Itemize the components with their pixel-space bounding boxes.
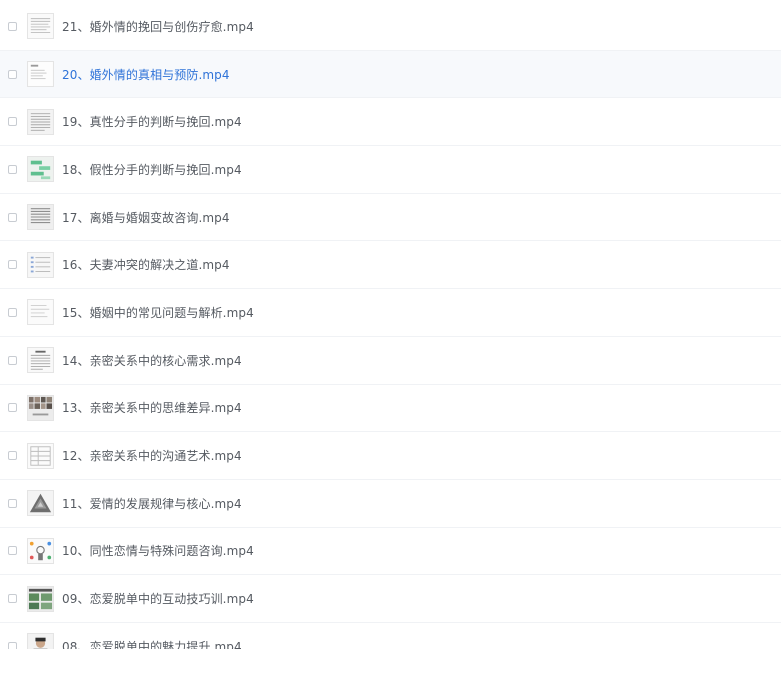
file-row[interactable]: 21、婚外情的挽回与创伤疗愈.mp4 — [0, 3, 781, 51]
chat-screenshot-icon[interactable] — [27, 156, 54, 183]
photo-grid-icon[interactable] — [27, 394, 54, 421]
checkbox[interactable] — [8, 69, 17, 79]
checkbox[interactable] — [8, 355, 17, 365]
file-row[interactable]: 13、亲密关系中的思维差异.mp4 — [0, 385, 781, 433]
file-row[interactable]: 16、夫妻冲突的解决之道.mp4 — [0, 241, 781, 290]
table-icon[interactable] — [27, 251, 54, 278]
checkbox[interactable] — [8, 403, 17, 413]
file-row[interactable]: 09、恋爱脱单中的互动技巧训.mp4 — [0, 575, 781, 623]
file-row[interactable]: 18、假性分手的判断与挽回.mp4 — [0, 146, 781, 194]
file-name[interactable]: 17、离婚与婚姻变故咨询.mp4 — [62, 209, 230, 226]
checkbox[interactable] — [8, 546, 17, 556]
portrait-icon[interactable] — [27, 633, 54, 649]
mindmap-icon[interactable] — [27, 537, 54, 564]
checkbox[interactable] — [8, 164, 17, 174]
checkbox[interactable] — [8, 451, 17, 461]
doc-text-icon[interactable] — [27, 13, 54, 40]
file-name[interactable]: 13、亲密关系中的思维差异.mp4 — [62, 399, 242, 416]
doc-dense-icon[interactable] — [27, 204, 54, 231]
doc-outline-icon[interactable] — [27, 61, 54, 88]
checkbox[interactable] — [8, 21, 17, 31]
checkbox[interactable] — [8, 641, 17, 649]
file-name[interactable]: 20、婚外情的真相与预防.mp4 — [62, 66, 230, 83]
doc-text-icon[interactable] — [27, 108, 54, 135]
file-name[interactable]: 16、夫妻冲突的解决之道.mp4 — [62, 256, 230, 273]
file-row[interactable]: 10、同性恋情与特殊问题咨询.mp4 — [0, 528, 781, 576]
checkbox[interactable] — [8, 307, 17, 317]
file-name[interactable]: 18、假性分手的判断与挽回.mp4 — [62, 161, 242, 178]
file-name[interactable]: 19、真性分手的判断与挽回.mp4 — [62, 113, 242, 130]
photo-slide-icon[interactable] — [27, 585, 54, 612]
file-row[interactable]: 15、婚姻中的常见问题与解析.mp4 — [0, 289, 781, 337]
file-name[interactable]: 09、恋爱脱单中的互动技巧训.mp4 — [62, 590, 254, 607]
checkbox[interactable] — [8, 594, 17, 604]
file-name[interactable]: 11、爱情的发展规律与核心.mp4 — [62, 495, 242, 512]
file-row[interactable]: 14、亲密关系中的核心需求.mp4 — [0, 337, 781, 385]
file-name[interactable]: 21、婚外情的挽回与创伤疗愈.mp4 — [62, 18, 254, 35]
pyramid-icon[interactable] — [27, 490, 54, 517]
file-row[interactable]: 17、离婚与婚姻变故咨询.mp4 — [0, 194, 781, 242]
file-name[interactable]: 10、同性恋情与特殊问题咨询.mp4 — [62, 542, 254, 559]
file-row[interactable]: 12、亲密关系中的沟通艺术.mp4 — [0, 432, 781, 480]
file-list: 21、婚外情的挽回与创伤疗愈.mp4 20、婚外情的真相与预防.mp4 19、真… — [0, 3, 781, 649]
table-grid-icon[interactable] — [27, 442, 54, 469]
file-row[interactable]: 08、恋爱脱单中的魅力提升.mp4 — [0, 623, 781, 649]
checkbox[interactable] — [8, 498, 17, 508]
file-name[interactable]: 12、亲密关系中的沟通艺术.mp4 — [62, 447, 242, 464]
file-name[interactable]: 08、恋爱脱单中的魅力提升.mp4 — [62, 638, 242, 649]
checkbox[interactable] — [8, 260, 17, 270]
file-row[interactable]: 20、婚外情的真相与预防.mp4 — [0, 50, 781, 99]
checkbox[interactable] — [8, 212, 17, 222]
file-name[interactable]: 15、婚姻中的常见问题与解析.mp4 — [62, 304, 254, 321]
file-row[interactable]: 19、真性分手的判断与挽回.mp4 — [0, 98, 781, 147]
checkbox[interactable] — [8, 117, 17, 127]
doc-heading-icon[interactable] — [27, 347, 54, 374]
doc-light-icon[interactable] — [27, 299, 54, 326]
file-name[interactable]: 14、亲密关系中的核心需求.mp4 — [62, 352, 242, 369]
file-row[interactable]: 11、爱情的发展规律与核心.mp4 — [0, 480, 781, 528]
